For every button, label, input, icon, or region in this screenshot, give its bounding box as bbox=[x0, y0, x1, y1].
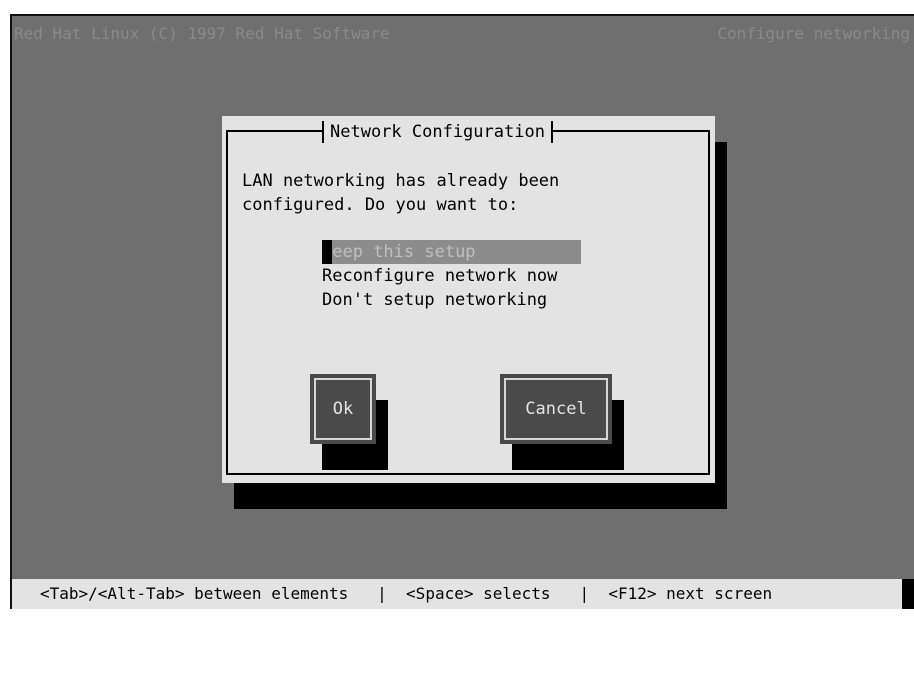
ok-button[interactable]: Ok bbox=[310, 374, 376, 444]
text-cursor: K bbox=[322, 240, 333, 264]
option-keep-this-setup[interactable]: Keep this setup bbox=[322, 240, 581, 264]
terminal-screen: Red Hat Linux (C) 1997 Red Hat Software … bbox=[10, 14, 914, 609]
network-configuration-dialog: Network Configuration LAN networking has… bbox=[222, 116, 715, 483]
cancel-button[interactable]: Cancel bbox=[500, 374, 612, 444]
dialog-message: LAN networking has already been configur… bbox=[242, 171, 560, 215]
header-copyright: Red Hat Linux (C) 1997 Red Hat Software bbox=[14, 24, 390, 43]
option-dont-setup-networking[interactable]: Don't setup networking bbox=[322, 288, 582, 312]
dialog-title: Network Configuration bbox=[322, 121, 553, 143]
network-option-list[interactable]: Keep this setup Reconfigure network now … bbox=[322, 240, 582, 312]
option-label: eep this setup bbox=[332, 242, 476, 262]
ok-button-label: Ok bbox=[314, 378, 372, 440]
keyboard-help-text: <Tab>/<Alt-Tab> between elements | <Spac… bbox=[40, 584, 773, 603]
cancel-button-label: Cancel bbox=[504, 378, 608, 440]
status-bar-end-block bbox=[902, 579, 914, 609]
status-bar: <Tab>/<Alt-Tab> between elements | <Spac… bbox=[12, 579, 914, 609]
option-reconfigure-network-now[interactable]: Reconfigure network now bbox=[322, 264, 582, 288]
header-screen-title: Configure networking bbox=[717, 24, 910, 43]
